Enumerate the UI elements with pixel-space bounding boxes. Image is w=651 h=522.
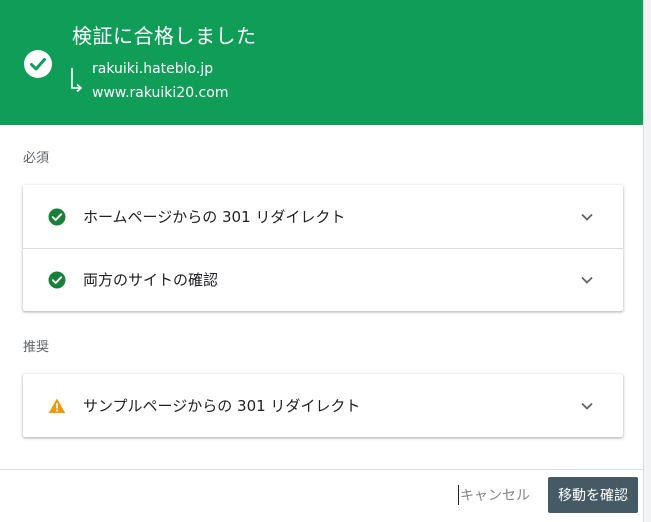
destination-site-url: www.rakuiki20.com — [92, 85, 229, 101]
chevron-down-icon[interactable] — [579, 398, 595, 414]
header-banner: 検証に合格しました rakuiki.hateblo.jp www.rakuiki… — [0, 0, 643, 125]
confirm-move-button[interactable]: 移動を確認 — [548, 477, 638, 513]
chevron-down-icon[interactable] — [579, 209, 595, 225]
redirect-arrow-icon — [71, 68, 83, 93]
footer-divider — [0, 469, 643, 470]
check-circle-icon — [48, 208, 66, 225]
page-scrollbar-gutter — [643, 0, 651, 522]
check-row-label: サンプルページからの 301 リダイレクト — [83, 396, 361, 415]
check-row-home-redirect[interactable]: ホームページからの 301 リダイレクト — [23, 185, 623, 248]
warning-icon — [48, 398, 66, 413]
check-circle-icon — [24, 50, 52, 78]
recommended-section-label: 推奨 — [23, 340, 50, 355]
change-of-address-dialog: 検証に合格しました rakuiki.hateblo.jp www.rakuiki… — [0, 0, 643, 522]
check-row-label: ホームページからの 301 リダイレクト — [83, 207, 346, 226]
chevron-down-icon[interactable] — [579, 272, 595, 288]
check-row-site-verification[interactable]: 両方のサイトの確認 — [23, 248, 623, 311]
source-site-url: rakuiki.hateblo.jp — [92, 61, 214, 77]
text-cursor — [458, 485, 459, 505]
check-row-sample-redirect[interactable]: サンプルページからの 301 リダイレクト — [23, 374, 623, 437]
check-circle-icon — [48, 271, 66, 289]
recommended-checks-card: サンプルページからの 301 リダイレクト — [23, 374, 623, 437]
cancel-button[interactable]: キャンセル — [456, 478, 534, 512]
required-section-label: 必須 — [23, 151, 50, 166]
page-title: 検証に合格しました — [72, 24, 257, 48]
check-row-label: 両方のサイトの確認 — [83, 271, 219, 289]
required-checks-card: ホームページからの 301 リダイレクト 両方のサイトの確認 — [23, 185, 623, 311]
